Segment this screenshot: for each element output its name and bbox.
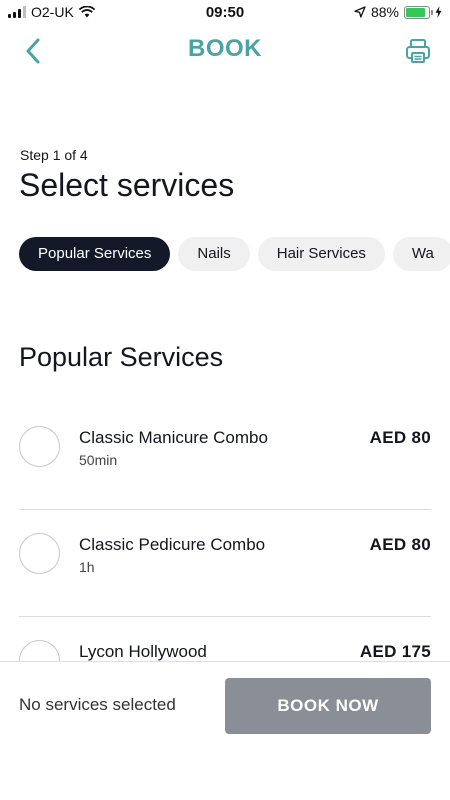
section-title: Popular Services xyxy=(19,342,224,372)
service-name: Lycon Hollywood xyxy=(79,642,207,661)
page-header-title: BOOK xyxy=(188,35,262,62)
battery-percentage: 88% xyxy=(370,4,399,20)
tab-popular-services[interactable]: Popular Services xyxy=(19,237,171,271)
service-duration: 1h xyxy=(79,559,95,575)
select-service-radio[interactable] xyxy=(19,426,60,467)
service-duration: 50min xyxy=(79,452,118,468)
app-header: BOOK xyxy=(0,26,450,76)
location-arrow-icon xyxy=(354,6,366,18)
tab-hair-services[interactable]: Hair Services xyxy=(257,237,385,271)
service-item[interactable]: Classic Pedicure Combo 1h AED 80 xyxy=(19,510,431,617)
service-name: Classic Manicure Combo xyxy=(79,428,268,447)
step-indicator: Step 1 of 4 xyxy=(20,147,88,163)
service-price: AED 80 xyxy=(369,535,431,554)
service-price: AED 80 xyxy=(369,428,431,447)
booking-footer: No services selected BOOK NOW xyxy=(0,661,450,800)
category-tabs: Popular Services Nails Hair Services Wa xyxy=(19,237,450,271)
selection-status: No services selected xyxy=(19,695,176,714)
charging-bolt-icon xyxy=(435,6,442,18)
status-bar: O2-UK 09:50 88% xyxy=(0,0,450,26)
select-service-radio[interactable] xyxy=(19,533,60,574)
battery-icon xyxy=(404,5,433,19)
tab-nails[interactable]: Nails xyxy=(178,237,250,271)
status-right: 88% xyxy=(354,4,442,20)
tab-partial[interactable]: Wa xyxy=(392,237,450,271)
printer-icon xyxy=(406,39,430,63)
service-price: AED 175 xyxy=(359,642,431,661)
service-name: Classic Pedicure Combo xyxy=(79,535,266,554)
print-button[interactable] xyxy=(402,35,434,67)
page-title: Select services xyxy=(19,167,235,203)
service-item[interactable]: Classic Manicure Combo 50min AED 80 xyxy=(19,403,431,510)
battery-level xyxy=(406,7,426,17)
book-now-button[interactable]: BOOK NOW xyxy=(225,678,431,734)
